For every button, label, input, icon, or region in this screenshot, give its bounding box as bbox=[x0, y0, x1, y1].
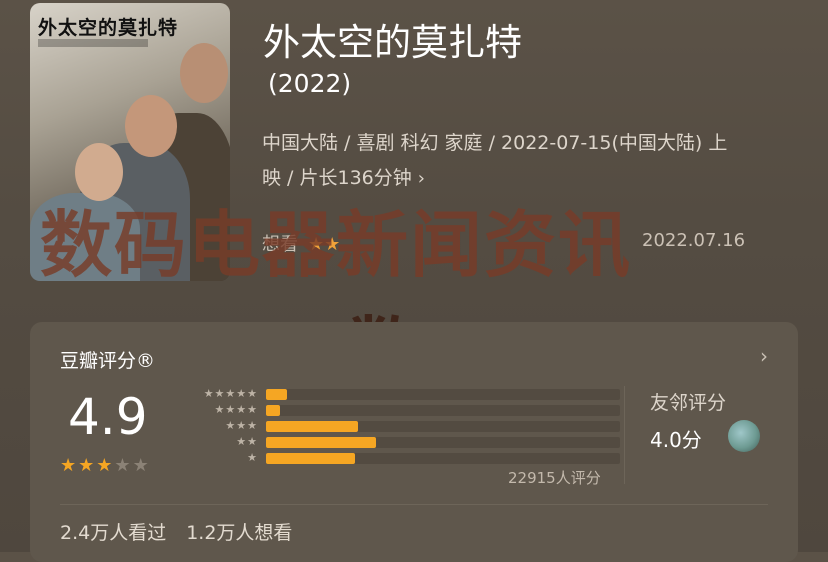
rating-stars: ★★★★★ bbox=[60, 455, 151, 476]
rating-card[interactable]: 豆瓣评分® › 4.9 ★★★★★ ★★★★★ ★★★★ ★★★ ★★ ★ 22… bbox=[30, 322, 798, 562]
divider-vertical bbox=[624, 386, 625, 484]
meta-line-1: 中国大陆 / 喜剧 科幻 家庭 / 2022-07-15(中国大陆) 上 bbox=[262, 132, 728, 154]
poster-title: 外太空的莫扎特 bbox=[38, 17, 179, 39]
poster-face bbox=[180, 43, 228, 103]
rating-score: 4.9 bbox=[68, 388, 148, 446]
watermark-text: 数码电器新闻资讯 bbox=[40, 203, 633, 287]
star-icon: ★ bbox=[78, 455, 97, 476]
poster-face bbox=[125, 95, 177, 157]
rating-bar-fill bbox=[266, 405, 281, 416]
audience-stats: 2.4万人看过 1.2万人想看 bbox=[60, 518, 312, 545]
rating-bar-track bbox=[266, 405, 620, 416]
friend-avatar[interactable] bbox=[728, 420, 760, 452]
rating-row-stars: ★★★★ bbox=[214, 403, 258, 416]
rating-bar-track bbox=[266, 453, 620, 464]
chevron-right-icon[interactable]: › bbox=[760, 344, 768, 368]
rating-row-stars: ★ bbox=[247, 451, 258, 464]
movie-title: 外太空的莫扎特 bbox=[263, 21, 522, 64]
star-icon: ★ bbox=[132, 455, 151, 476]
rating-bar-track bbox=[266, 437, 620, 448]
watched-count[interactable]: 2.4万人看过 bbox=[60, 522, 166, 544]
rating-row-stars: ★★ bbox=[236, 435, 258, 448]
rating-bar-fill bbox=[266, 437, 376, 448]
wish-count[interactable]: 1.2万人想看 bbox=[186, 522, 292, 544]
rating-header: 豆瓣评分® bbox=[60, 350, 156, 372]
friend-rating-label: 友邻评分 bbox=[650, 392, 727, 414]
watch-status-date: 2022.07.16 bbox=[642, 230, 746, 251]
rating-bar-fill bbox=[266, 389, 288, 400]
rating-count: 22915人评分 bbox=[508, 469, 601, 487]
divider bbox=[60, 504, 768, 505]
poster-credits bbox=[38, 39, 148, 47]
rating-row-stars: ★★★★★ bbox=[203, 387, 258, 400]
rating-bar-track bbox=[266, 389, 620, 400]
friend-rating-score: 4.0分 bbox=[650, 428, 702, 452]
star-half-icon: ★ bbox=[96, 455, 115, 476]
rating-bar-fill bbox=[266, 453, 355, 464]
star-icon: ★ bbox=[60, 455, 79, 476]
rating-bar-fill bbox=[266, 421, 359, 432]
movie-year: (2022) bbox=[268, 69, 352, 98]
rating-row-stars: ★★★ bbox=[225, 419, 258, 432]
star-icon: ★ bbox=[114, 455, 133, 476]
rating-bar-track bbox=[266, 421, 620, 432]
